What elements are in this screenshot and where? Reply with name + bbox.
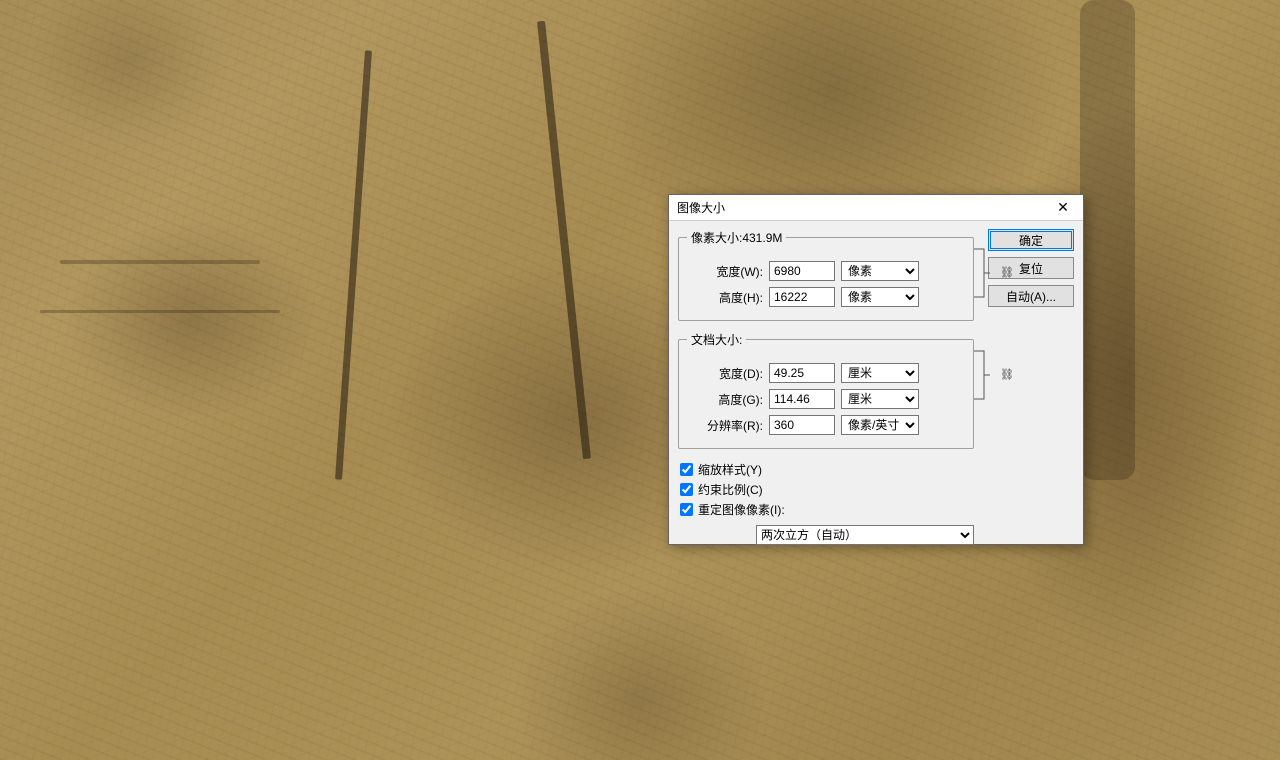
- doc-width-unit-select[interactable]: 厘米: [841, 363, 919, 383]
- resolution-unit-select[interactable]: 像素/英寸: [841, 415, 919, 435]
- constrain-link-icon[interactable]: ⛓: [1000, 367, 1014, 381]
- constrain-proportions-checkbox[interactable]: [680, 483, 693, 496]
- doc-height-label: 高度(G):: [687, 391, 769, 408]
- painting-stroke: [1080, 0, 1135, 480]
- scale-styles-checkbox[interactable]: [680, 463, 693, 476]
- close-icon: ✕: [1057, 199, 1069, 216]
- resample-method-select[interactable]: 两次立方（自动）: [756, 525, 974, 545]
- scale-styles-checkbox-label[interactable]: 缩放样式(Y): [680, 459, 1074, 479]
- scale-styles-text: 缩放样式(Y): [698, 461, 762, 478]
- resolution-input[interactable]: [769, 415, 835, 435]
- painting-stroke: [60, 260, 260, 264]
- height-pixels-input[interactable]: [769, 287, 835, 307]
- resolution-label: 分辨率(R):: [687, 417, 769, 434]
- height-label: 高度(H):: [687, 289, 769, 306]
- constrain-proportions-checkbox-label[interactable]: 约束比例(C): [680, 479, 1074, 499]
- dialog-title: 图像大小: [677, 199, 725, 216]
- constrain-link-icon[interactable]: ⛓: [1000, 265, 1014, 279]
- constrain-proportions-text: 约束比例(C): [698, 481, 763, 498]
- document-size-legend: 文档大小:: [687, 331, 746, 348]
- resample-checkbox[interactable]: [680, 503, 693, 516]
- link-bracket-icon: [972, 349, 992, 401]
- pixel-dimensions-legend: 像素大小:431.9M: [687, 229, 786, 246]
- doc-height-unit-select[interactable]: 厘米: [841, 389, 919, 409]
- close-button[interactable]: ✕: [1043, 195, 1083, 221]
- link-bracket-icon: [972, 247, 992, 299]
- doc-width-input[interactable]: [769, 363, 835, 383]
- image-size-dialog: 图像大小 ✕ 确定 复位 自动(A)... 像素大小:431.9M 宽度(W):…: [668, 194, 1084, 545]
- document-size-group: 文档大小: 宽度(D): 厘米 高度(G): 厘米 分辨率(R):: [678, 331, 974, 449]
- pixel-dimensions-group: 像素大小:431.9M 宽度(W): 像素 高度(H): 像素: [678, 229, 974, 321]
- height-pixels-unit-select[interactable]: 像素: [841, 287, 919, 307]
- width-pixels-unit-select[interactable]: 像素: [841, 261, 919, 281]
- resample-checkbox-label[interactable]: 重定图像像素(I):: [680, 499, 1074, 519]
- doc-height-input[interactable]: [769, 389, 835, 409]
- width-label: 宽度(W):: [687, 263, 769, 280]
- painting-stroke: [40, 310, 280, 313]
- doc-width-label: 宽度(D):: [687, 365, 769, 382]
- resample-text: 重定图像像素(I):: [698, 501, 785, 518]
- width-pixels-input[interactable]: [769, 261, 835, 281]
- dialog-titlebar[interactable]: 图像大小 ✕: [669, 195, 1083, 221]
